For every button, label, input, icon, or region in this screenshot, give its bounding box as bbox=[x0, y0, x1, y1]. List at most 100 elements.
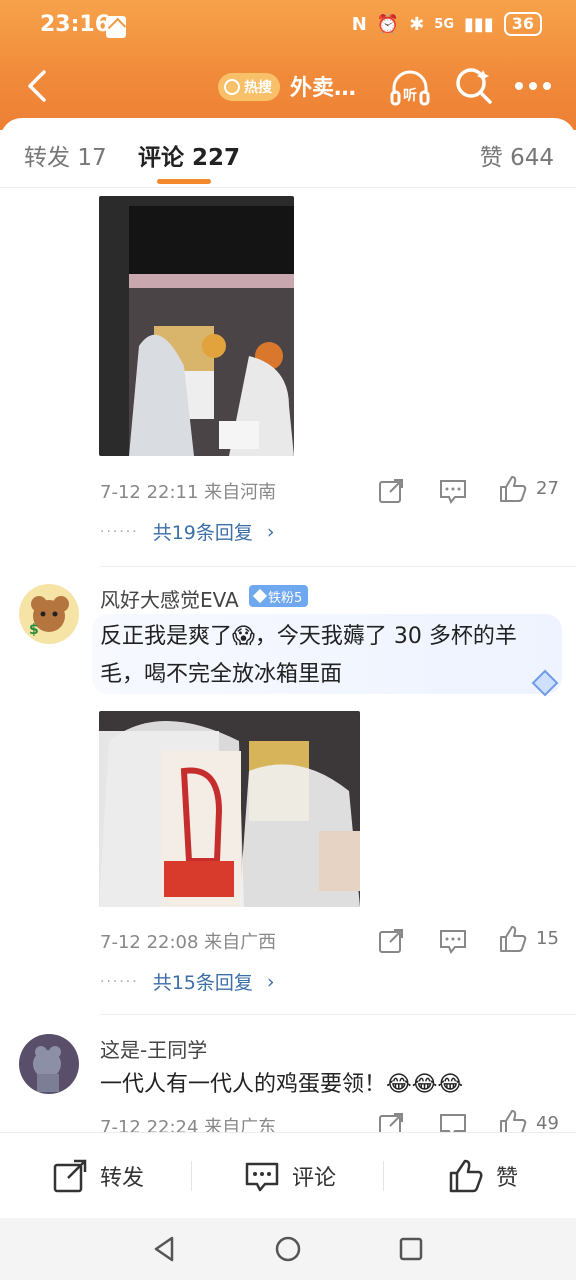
comment-text: 反正我是爽了😱，今天我薅了 30 多杯的羊毛，喝不完全放冰箱里面 bbox=[100, 624, 517, 687]
comment-timestamp-location: 7-12 22:24 来自广东 bbox=[100, 1117, 277, 1132]
reply-comment-button[interactable] bbox=[438, 926, 468, 956]
thumbs-up-icon bbox=[500, 926, 527, 952]
thumbs-up-icon bbox=[449, 1159, 483, 1193]
search-button[interactable] bbox=[452, 64, 496, 108]
comment-username[interactable]: 风好大感觉EVA bbox=[100, 584, 239, 613]
like-button[interactable]: 赞 bbox=[448, 1133, 518, 1219]
status-time: 23:16 bbox=[40, 12, 111, 37]
system-back-button[interactable] bbox=[150, 1234, 180, 1264]
listen-label: 听 bbox=[403, 87, 417, 104]
tab-likes-count: 644 bbox=[510, 145, 554, 171]
active-tab-indicator bbox=[157, 179, 211, 184]
tab-likes[interactable]: 赞 644 bbox=[480, 138, 554, 172]
listen-button[interactable]: 听 bbox=[386, 64, 434, 112]
comment-button[interactable]: 评论 bbox=[244, 1133, 336, 1219]
reply-comment-button[interactable] bbox=[438, 1110, 468, 1132]
fan-level-badge: 铁粉5 bbox=[249, 585, 309, 607]
chevron-right-icon: › bbox=[266, 970, 275, 993]
topic-title[interactable]: 外卖… bbox=[290, 70, 356, 102]
bar-divider bbox=[383, 1161, 384, 1191]
avatar[interactable]: $ bbox=[19, 584, 79, 644]
back-button[interactable] bbox=[18, 66, 58, 106]
tab-reposts[interactable]: 转发 17 bbox=[24, 138, 107, 172]
more-options-button[interactable] bbox=[510, 66, 556, 106]
tab-reposts-count: 17 bbox=[77, 145, 107, 171]
system-recents-button[interactable] bbox=[396, 1234, 426, 1264]
replies-count-label: 共19条回复 bbox=[152, 522, 253, 544]
tab-bar: 转发 17 评论 227 赞 644 bbox=[0, 118, 576, 188]
signal-icon: ▮▮▮ bbox=[464, 13, 494, 35]
comment-feed[interactable]: 7-12 22:11 来自河南 27 ······ 共19条回复 › $ 风好大… bbox=[0, 188, 576, 1132]
comment-icon bbox=[440, 480, 466, 504]
replies-dots: ······ bbox=[100, 973, 139, 990]
view-replies-link[interactable]: ······ 共15条回复 › bbox=[100, 968, 275, 995]
comment-bubble: 反正我是爽了😱，今天我薅了 30 多杯的羊毛，喝不完全放冰箱里面 bbox=[92, 614, 562, 694]
thumbs-up-icon bbox=[500, 1110, 527, 1132]
alarm-icon: ⏰ bbox=[376, 13, 400, 35]
hot-search-label: 热搜 bbox=[244, 80, 272, 96]
replies-dots: ······ bbox=[100, 523, 139, 540]
back-arrow-icon bbox=[28, 70, 46, 102]
comment-text: 一代人有一代人的鸡蛋要领！😂😂😂 bbox=[100, 1072, 464, 1097]
tab-likes-label: 赞 bbox=[479, 145, 503, 171]
repost-comment-button[interactable] bbox=[376, 1110, 406, 1132]
bluetooth-icon: ✱ bbox=[409, 13, 425, 35]
svg-text:$: $ bbox=[29, 622, 39, 638]
comment-like-count: 15 bbox=[536, 928, 559, 949]
like-label: 赞 bbox=[496, 1166, 519, 1191]
comment-photo-fridge[interactable] bbox=[99, 196, 294, 456]
like-comment-button[interactable] bbox=[498, 924, 528, 954]
comment-timestamp-location: 7-12 22:08 来自广西 bbox=[100, 932, 277, 953]
triangle-back-icon bbox=[154, 1236, 174, 1262]
comment-divider bbox=[100, 566, 576, 567]
hot-search-badge[interactable]: 热搜 bbox=[218, 73, 280, 101]
repost-label: 转发 bbox=[100, 1166, 145, 1191]
share-out-icon bbox=[379, 1113, 403, 1132]
avatar[interactable] bbox=[19, 1034, 79, 1094]
upload-notification-icon bbox=[106, 16, 126, 38]
status-bar: 23:16 N ⏰ ✱ 5G ▮▮▮ 36 bbox=[0, 0, 576, 56]
more-dots-icon bbox=[515, 82, 551, 90]
comment-photo-drinks[interactable] bbox=[99, 711, 360, 907]
repost-icon bbox=[53, 1159, 87, 1193]
navigation-bar: 热搜 外卖… 听 bbox=[0, 56, 576, 118]
tab-comments[interactable]: 评论 227 bbox=[138, 138, 240, 172]
share-out-icon bbox=[379, 929, 403, 953]
comment-divider bbox=[100, 1014, 576, 1015]
system-home-button[interactable] bbox=[273, 1234, 303, 1264]
comment-icon bbox=[440, 1114, 466, 1132]
circle-home-icon bbox=[275, 1236, 301, 1262]
chevron-right-icon: › bbox=[266, 520, 275, 543]
comment-like-count: 49 bbox=[536, 1113, 559, 1132]
comment-timestamp-location: 7-12 22:11 来自河南 bbox=[100, 482, 277, 503]
reply-comment-button[interactable] bbox=[438, 476, 468, 506]
comment-like-count: 27 bbox=[536, 478, 559, 499]
comment-label: 评论 bbox=[292, 1166, 337, 1191]
repost-comment-button[interactable] bbox=[376, 476, 406, 506]
app-header: 23:16 N ⏰ ✱ 5G ▮▮▮ 36 热搜 外卖… 听 bbox=[0, 0, 576, 130]
tab-comments-label: 评论 bbox=[138, 145, 184, 171]
comment-icon bbox=[245, 1162, 279, 1192]
share-out-icon bbox=[379, 479, 403, 503]
search-icon bbox=[456, 68, 492, 104]
battery-level: 36 bbox=[503, 12, 542, 36]
bar-divider bbox=[191, 1161, 192, 1191]
like-comment-button[interactable] bbox=[498, 1108, 528, 1132]
square-recents-icon bbox=[399, 1237, 423, 1261]
hot-search-icon bbox=[224, 79, 240, 95]
comment-icon bbox=[440, 930, 466, 954]
tab-comments-count: 227 bbox=[192, 145, 241, 171]
comment-username[interactable]: 这是-王同学 bbox=[100, 1034, 207, 1063]
headphones-icon: 听 bbox=[390, 70, 430, 106]
replies-count-label: 共15条回复 bbox=[152, 972, 253, 994]
like-comment-button[interactable] bbox=[498, 474, 528, 504]
tab-reposts-label: 转发 bbox=[24, 145, 70, 171]
fan-level-label: 铁粉5 bbox=[268, 590, 303, 606]
system-navigation-bar bbox=[0, 1218, 576, 1280]
repost-button[interactable]: 转发 bbox=[52, 1133, 144, 1219]
sparkle-diamond-icon bbox=[530, 668, 560, 698]
network-label: 5G bbox=[434, 16, 455, 32]
view-replies-link[interactable]: ······ 共19条回复 › bbox=[100, 518, 275, 545]
repost-comment-button[interactable] bbox=[376, 926, 406, 956]
status-indicators: N ⏰ ✱ 5G ▮▮▮ 36 bbox=[352, 12, 542, 36]
